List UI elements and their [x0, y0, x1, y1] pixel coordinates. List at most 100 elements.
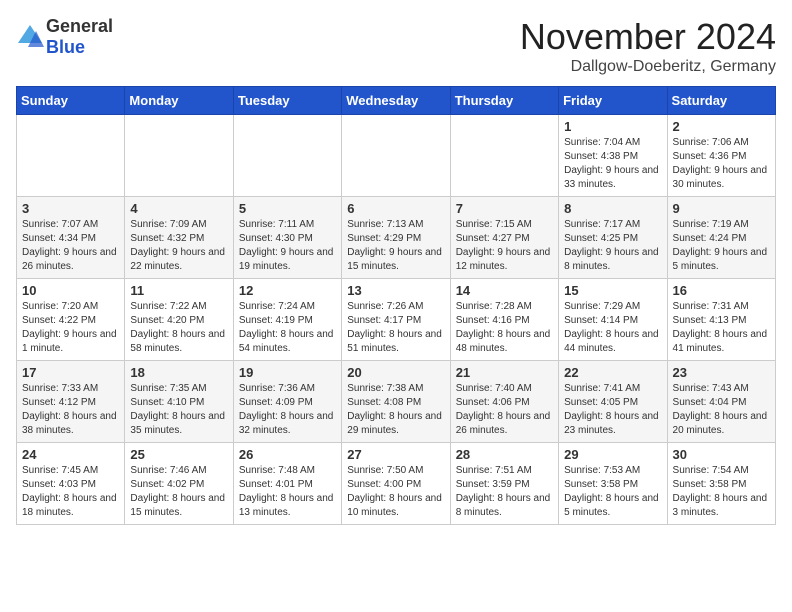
day-number: 30 [673, 447, 770, 462]
day-number: 2 [673, 119, 770, 134]
day-number: 22 [564, 365, 661, 380]
calendar-cell: 21Sunrise: 7:40 AM Sunset: 4:06 PM Dayli… [450, 361, 558, 443]
calendar-cell: 16 Sunrise: 7:31 AM Sunset: 4:13 PM Dayli… [667, 279, 775, 361]
calendar-cell: 27 Sunrise: 7:50 AM Sunset: 4:00 PM Dayli… [342, 443, 450, 525]
day-info: Sunrise: 7:40 AM Sunset: 4:06 PM Dayligh… [456, 382, 553, 438]
location: Dallgow-Doeberitz, Germany [520, 58, 776, 76]
calendar-cell [125, 115, 233, 197]
calendar-cell: 8Sunrise: 7:17 AM Sunset: 4:25 PM Daylig… [559, 197, 667, 279]
calendar-cell: 30 Sunrise: 7:54 AM Sunset: 3:58 PM Dayli… [667, 443, 775, 525]
day-info: Sunrise: 7:07 AM Sunset: 4:34 PM Dayligh… [22, 218, 119, 274]
day-number: 28 [456, 447, 553, 462]
week-row-2: 3 Sunrise: 7:07 AM Sunset: 4:34 PM Daylig… [17, 197, 776, 279]
day-info: Sunrise: 7:36 AM Sunset: 4:09 PM Dayligh… [239, 382, 336, 438]
day-number: 29 [564, 447, 661, 462]
calendar-cell: 15 Sunrise: 7:29 AM Sunset: 4:14 PM Dayli… [559, 279, 667, 361]
calendar-cell: 18Sunrise: 7:35 AM Sunset: 4:10 PM Dayli… [125, 361, 233, 443]
calendar-cell [17, 115, 125, 197]
day-number: 1 [564, 119, 661, 134]
day-info: Sunrise: 7:22 AM Sunset: 4:20 PM Dayligh… [130, 300, 227, 356]
day-info: Sunrise: 7:13 AM Sunset: 4:29 PM Dayligh… [347, 218, 444, 274]
day-number: 5 [239, 201, 336, 216]
calendar-cell: 7Sunrise: 7:15 AM Sunset: 4:27 PM Daylig… [450, 197, 558, 279]
day-number: 11 [130, 283, 227, 298]
day-info: Sunrise: 7:46 AM Sunset: 4:02 PM Dayligh… [130, 464, 227, 520]
logo-general: General [46, 16, 113, 36]
month-title: November 2024 [520, 16, 776, 58]
day-number: 8 [564, 201, 661, 216]
calendar-cell: 10 Sunrise: 7:20 AM Sunset: 4:22 PM Dayli… [17, 279, 125, 361]
day-number: 24 [22, 447, 119, 462]
calendar-cell [342, 115, 450, 197]
title-block: November 2024 Dallgow-Doeberitz, Germany [520, 16, 776, 76]
calendar-cell: 29 Sunrise: 7:53 AM Sunset: 3:58 PM Dayli… [559, 443, 667, 525]
page-header: General Blue November 2024 Dallgow-Doebe… [16, 16, 776, 76]
week-row-3: 10 Sunrise: 7:20 AM Sunset: 4:22 PM Dayli… [17, 279, 776, 361]
calendar-cell: 1 Sunrise: 7:04 AM Sunset: 4:38 PM Daylig… [559, 115, 667, 197]
day-info: Sunrise: 7:38 AM Sunset: 4:08 PM Dayligh… [347, 382, 444, 438]
day-info: Sunrise: 7:31 AM Sunset: 4:13 PM Dayligh… [673, 300, 770, 356]
day-info: Sunrise: 7:51 AM Sunset: 3:59 PM Dayligh… [456, 464, 553, 520]
week-row-4: 17Sunrise: 7:33 AM Sunset: 4:12 PM Dayli… [17, 361, 776, 443]
weekday-header-friday: Friday [559, 87, 667, 115]
day-number: 27 [347, 447, 444, 462]
logo-blue: Blue [46, 37, 85, 57]
day-number: 4 [130, 201, 227, 216]
calendar-cell: 3 Sunrise: 7:07 AM Sunset: 4:34 PM Daylig… [17, 197, 125, 279]
calendar-cell: 23 Sunrise: 7:43 AM Sunset: 4:04 PM Dayli… [667, 361, 775, 443]
day-number: 10 [22, 283, 119, 298]
day-number: 3 [22, 201, 119, 216]
calendar-cell: 28 Sunrise: 7:51 AM Sunset: 3:59 PM Dayli… [450, 443, 558, 525]
calendar-cell: 17Sunrise: 7:33 AM Sunset: 4:12 PM Dayli… [17, 361, 125, 443]
calendar-cell: 2 Sunrise: 7:06 AM Sunset: 4:36 PM Daylig… [667, 115, 775, 197]
day-info: Sunrise: 7:48 AM Sunset: 4:01 PM Dayligh… [239, 464, 336, 520]
day-number: 26 [239, 447, 336, 462]
calendar-cell: 12Sunrise: 7:24 AM Sunset: 4:19 PM Dayli… [233, 279, 341, 361]
day-info: Sunrise: 7:20 AM Sunset: 4:22 PM Dayligh… [22, 300, 119, 356]
day-number: 15 [564, 283, 661, 298]
calendar-table: SundayMondayTuesdayWednesdayThursdayFrid… [16, 86, 776, 525]
day-number: 16 [673, 283, 770, 298]
day-info: Sunrise: 7:09 AM Sunset: 4:32 PM Dayligh… [130, 218, 227, 274]
day-number: 19 [239, 365, 336, 380]
weekday-header-saturday: Saturday [667, 87, 775, 115]
weekday-header-monday: Monday [125, 87, 233, 115]
calendar-cell [233, 115, 341, 197]
day-info: Sunrise: 7:15 AM Sunset: 4:27 PM Dayligh… [456, 218, 553, 274]
day-number: 6 [347, 201, 444, 216]
day-info: Sunrise: 7:26 AM Sunset: 4:17 PM Dayligh… [347, 300, 444, 356]
day-number: 9 [673, 201, 770, 216]
calendar-cell: 22 Sunrise: 7:41 AM Sunset: 4:05 PM Dayli… [559, 361, 667, 443]
day-info: Sunrise: 7:41 AM Sunset: 4:05 PM Dayligh… [564, 382, 661, 438]
day-number: 20 [347, 365, 444, 380]
calendar-cell: 6 Sunrise: 7:13 AM Sunset: 4:29 PM Daylig… [342, 197, 450, 279]
calendar-cell: 14Sunrise: 7:28 AM Sunset: 4:16 PM Dayli… [450, 279, 558, 361]
calendar-cell: 20 Sunrise: 7:38 AM Sunset: 4:08 PM Dayli… [342, 361, 450, 443]
day-info: Sunrise: 7:54 AM Sunset: 3:58 PM Dayligh… [673, 464, 770, 520]
calendar-cell: 19 Sunrise: 7:36 AM Sunset: 4:09 PM Dayli… [233, 361, 341, 443]
weekday-header-sunday: Sunday [17, 87, 125, 115]
day-info: Sunrise: 7:11 AM Sunset: 4:30 PM Dayligh… [239, 218, 336, 274]
day-info: Sunrise: 7:29 AM Sunset: 4:14 PM Dayligh… [564, 300, 661, 356]
day-info: Sunrise: 7:53 AM Sunset: 3:58 PM Dayligh… [564, 464, 661, 520]
week-row-1: 1 Sunrise: 7:04 AM Sunset: 4:38 PM Daylig… [17, 115, 776, 197]
day-info: Sunrise: 7:45 AM Sunset: 4:03 PM Dayligh… [22, 464, 119, 520]
day-number: 14 [456, 283, 553, 298]
calendar-cell: 13Sunrise: 7:26 AM Sunset: 4:17 PM Dayli… [342, 279, 450, 361]
day-number: 17 [22, 365, 119, 380]
day-info: Sunrise: 7:06 AM Sunset: 4:36 PM Dayligh… [673, 136, 770, 192]
weekday-header-wednesday: Wednesday [342, 87, 450, 115]
day-info: Sunrise: 7:43 AM Sunset: 4:04 PM Dayligh… [673, 382, 770, 438]
day-info: Sunrise: 7:04 AM Sunset: 4:38 PM Dayligh… [564, 136, 661, 192]
calendar-cell: 5 Sunrise: 7:11 AM Sunset: 4:30 PM Daylig… [233, 197, 341, 279]
day-number: 23 [673, 365, 770, 380]
calendar-cell: 25Sunrise: 7:46 AM Sunset: 4:02 PM Dayli… [125, 443, 233, 525]
week-row-5: 24 Sunrise: 7:45 AM Sunset: 4:03 PM Dayli… [17, 443, 776, 525]
weekday-header-thursday: Thursday [450, 87, 558, 115]
calendar-cell: 4 Sunrise: 7:09 AM Sunset: 4:32 PM Daylig… [125, 197, 233, 279]
weekday-header-row: SundayMondayTuesdayWednesdayThursdayFrid… [17, 87, 776, 115]
day-info: Sunrise: 7:50 AM Sunset: 4:00 PM Dayligh… [347, 464, 444, 520]
calendar-cell: 24 Sunrise: 7:45 AM Sunset: 4:03 PM Dayli… [17, 443, 125, 525]
day-info: Sunrise: 7:24 AM Sunset: 4:19 PM Dayligh… [239, 300, 336, 356]
weekday-header-tuesday: Tuesday [233, 87, 341, 115]
